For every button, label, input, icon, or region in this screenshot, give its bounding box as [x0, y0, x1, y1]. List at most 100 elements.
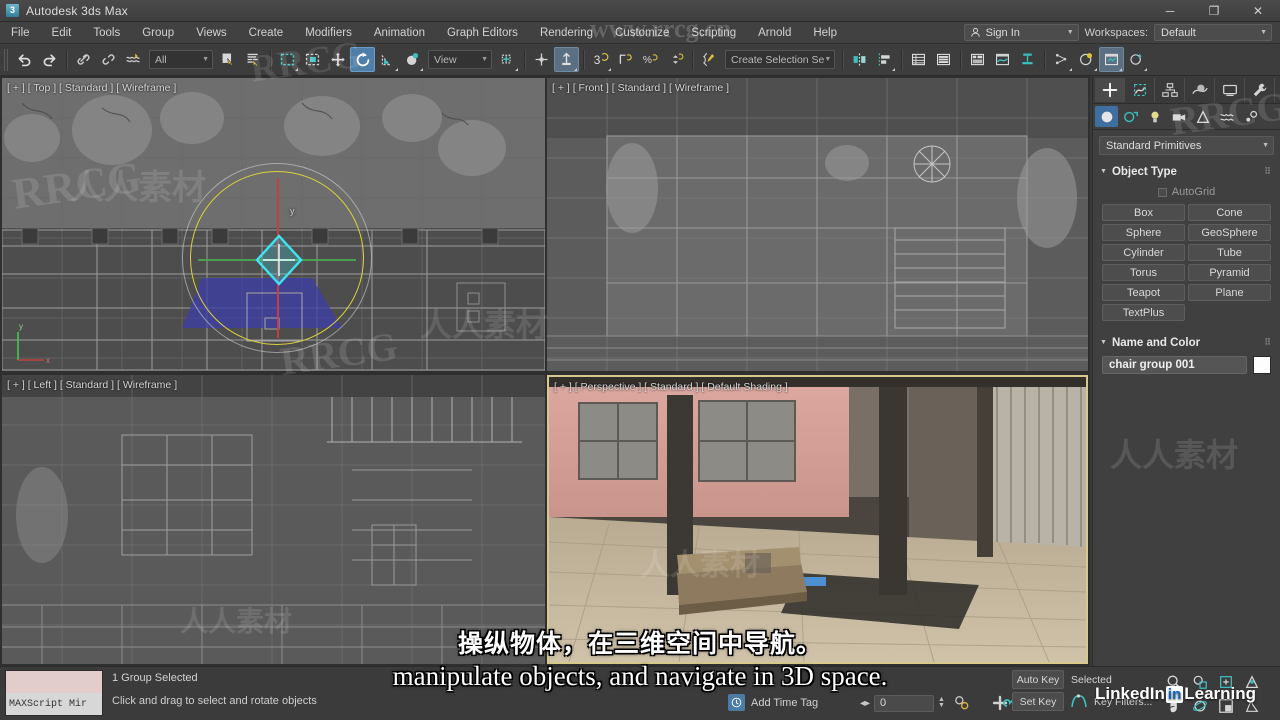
menu-item-file[interactable]: File: [0, 22, 41, 44]
viewport-perspective-label[interactable]: [ + ] [ Perspective ] [ Standard ] [ Def…: [554, 381, 788, 393]
select-and-rotate-icon[interactable]: [350, 47, 375, 72]
current-frame-input[interactable]: 0: [874, 694, 935, 712]
create-cone-button[interactable]: Cone: [1188, 204, 1271, 221]
create-tab[interactable]: [1095, 77, 1125, 102]
mirror-icon[interactable]: [847, 47, 872, 72]
menu-item-animation[interactable]: Animation: [363, 22, 436, 44]
geometry-subtab[interactable]: [1095, 106, 1118, 127]
maximize-button[interactable]: ❐: [1192, 0, 1236, 22]
create-tube-button[interactable]: Tube: [1188, 244, 1271, 261]
create-pyramid-button[interactable]: Pyramid: [1188, 264, 1271, 281]
object-color-swatch[interactable]: [1253, 356, 1271, 374]
menu-item-group[interactable]: Group: [131, 22, 185, 44]
window-crossing-toggle-icon[interactable]: [300, 47, 325, 72]
menu-item-modifiers[interactable]: Modifiers: [294, 22, 363, 44]
viewport-top-label[interactable]: [ + ] [ Top ] [ Standard ] [ Wireframe ]: [7, 82, 176, 94]
named-selection-set-select[interactable]: Create Selection Se ▼: [725, 50, 836, 69]
viewport-front[interactable]: z x [ + ] [ Front ] [ Standard ] [ Wiref…: [547, 78, 1088, 371]
menu-item-edit[interactable]: Edit: [41, 22, 83, 44]
viewport-top[interactable]: y y x [ + ] [ Top ] [ Standard ] [ Wiref…: [2, 78, 545, 371]
render-production-icon[interactable]: [1124, 47, 1149, 72]
redo-icon[interactable]: [37, 47, 62, 72]
unlink-selection-icon[interactable]: [96, 47, 121, 72]
select-and-manipulate-icon[interactable]: [529, 47, 554, 72]
viewport-perspective[interactable]: [0.00, 0.00, 50.41] [ + ] [ Perspective …: [547, 375, 1088, 664]
create-teapot-button[interactable]: Teapot: [1102, 284, 1185, 301]
create-box-button[interactable]: Box: [1102, 204, 1185, 221]
menu-item-customize[interactable]: Customize: [604, 22, 680, 44]
viewport-left[interactable]: z y [ + ] [ Left ] [ Standard ] [ Wirefr…: [2, 375, 545, 664]
use-pivot-point-center-icon[interactable]: [495, 47, 520, 72]
hierarchy-tab[interactable]: [1155, 77, 1185, 102]
select-and-place-icon[interactable]: [400, 47, 425, 72]
create-cylinder-button[interactable]: Cylinder: [1102, 244, 1185, 261]
systems-subtab[interactable]: [1239, 106, 1262, 127]
utilities-tab[interactable]: [1245, 77, 1275, 102]
undo-icon[interactable]: [12, 47, 37, 72]
maxscript-input-pane[interactable]: MAXScript Mir: [6, 693, 102, 715]
menu-item-graph-editors[interactable]: Graph Editors: [436, 22, 529, 44]
primitive-category-select[interactable]: Standard Primitives ▼: [1099, 136, 1274, 155]
create-torus-button[interactable]: Torus: [1102, 264, 1185, 281]
name-and-color-rollout-header[interactable]: ▼ Name and Color ⠿: [1093, 334, 1280, 351]
helpers-subtab[interactable]: [1191, 106, 1214, 127]
motion-tab[interactable]: [1185, 77, 1215, 102]
close-button[interactable]: ✕: [1236, 0, 1280, 22]
object-type-rollout-header[interactable]: ▼ Object Type ⠿: [1093, 163, 1280, 180]
lights-subtab[interactable]: [1143, 106, 1166, 127]
spinner-snap-toggle-icon[interactable]: %: [638, 47, 663, 72]
viewport-left-label[interactable]: [ + ] [ Left ] [ Standard ] [ Wireframe …: [7, 379, 177, 391]
autogrid-checkbox[interactable]: AutoGrid: [1093, 183, 1280, 201]
snaps-toggle-icon[interactable]: [554, 47, 579, 72]
scene-explorer-icon[interactable]: [931, 47, 956, 72]
key-nav-arrows-icon[interactable]: ◂▸: [860, 698, 870, 709]
display-tab[interactable]: [1215, 77, 1245, 102]
material-editor-icon[interactable]: [1074, 47, 1099, 72]
selected-object-gizmo-top[interactable]: [249, 230, 309, 290]
create-geosphere-button[interactable]: GeoSphere: [1188, 224, 1271, 241]
edit-named-selection-sets-icon[interactable]: [697, 47, 722, 72]
schematic-view-icon[interactable]: [1015, 47, 1040, 72]
rectangular-selection-region-icon[interactable]: [275, 47, 300, 72]
select-and-uniform-scale-icon[interactable]: [375, 47, 400, 72]
toolbar-grip[interactable]: [4, 48, 9, 71]
layer-explorer-icon[interactable]: [906, 47, 931, 72]
percent-snap-toggle-icon[interactable]: [613, 47, 638, 72]
select-and-move-icon[interactable]: [325, 47, 350, 72]
reference-coordinate-system-select[interactable]: View ▼: [428, 50, 492, 69]
select-object-icon[interactable]: [216, 47, 241, 72]
cameras-subtab[interactable]: [1167, 106, 1190, 127]
key-tangent-icon[interactable]: [1068, 693, 1090, 710]
sign-in-button[interactable]: Sign In ▼: [963, 24, 1079, 41]
set-key-button[interactable]: Set Key: [1012, 692, 1064, 711]
select-by-name-icon[interactable]: [241, 47, 266, 72]
menu-item-tools[interactable]: Tools: [82, 22, 131, 44]
menu-item-rendering[interactable]: Rendering: [529, 22, 604, 44]
modify-tab[interactable]: [1125, 77, 1155, 102]
frame-spinner[interactable]: ▲ ▼: [938, 695, 946, 712]
angle-snap-toggle-icon[interactable]: 3: [588, 47, 613, 72]
space-warps-subtab[interactable]: [1215, 106, 1238, 127]
menu-item-help[interactable]: Help: [802, 22, 848, 44]
key-mode-toggle-icon[interactable]: [954, 695, 970, 711]
menu-item-arnold[interactable]: Arnold: [747, 22, 802, 44]
particle-view-icon[interactable]: [1049, 47, 1074, 72]
object-name-input[interactable]: chair group 001: [1102, 356, 1247, 374]
curve-editor-icon[interactable]: [990, 47, 1015, 72]
render-setup-icon[interactable]: [1099, 47, 1125, 72]
menu-item-scripting[interactable]: Scripting: [680, 22, 747, 44]
bind-to-space-warp-icon[interactable]: [121, 47, 146, 72]
viewport-front-label[interactable]: [ + ] [ Front ] [ Standard ] [ Wireframe…: [552, 82, 729, 94]
minimize-button[interactable]: ─: [1148, 0, 1192, 22]
menu-item-create[interactable]: Create: [238, 22, 295, 44]
select-and-link-icon[interactable]: [71, 47, 96, 72]
add-time-tag-control[interactable]: Add Time Tag: [728, 694, 818, 711]
menu-item-views[interactable]: Views: [185, 22, 237, 44]
create-sphere-button[interactable]: Sphere: [1102, 224, 1185, 241]
workspace-select[interactable]: Default ▼: [1154, 24, 1272, 41]
align-icon[interactable]: [872, 47, 897, 72]
toggle-ribbon-icon[interactable]: [965, 47, 990, 72]
create-plane-button[interactable]: Plane: [1188, 284, 1271, 301]
spinner-snap-arrows-icon[interactable]: [663, 47, 688, 72]
selection-filter-select[interactable]: All ▼: [149, 50, 213, 69]
